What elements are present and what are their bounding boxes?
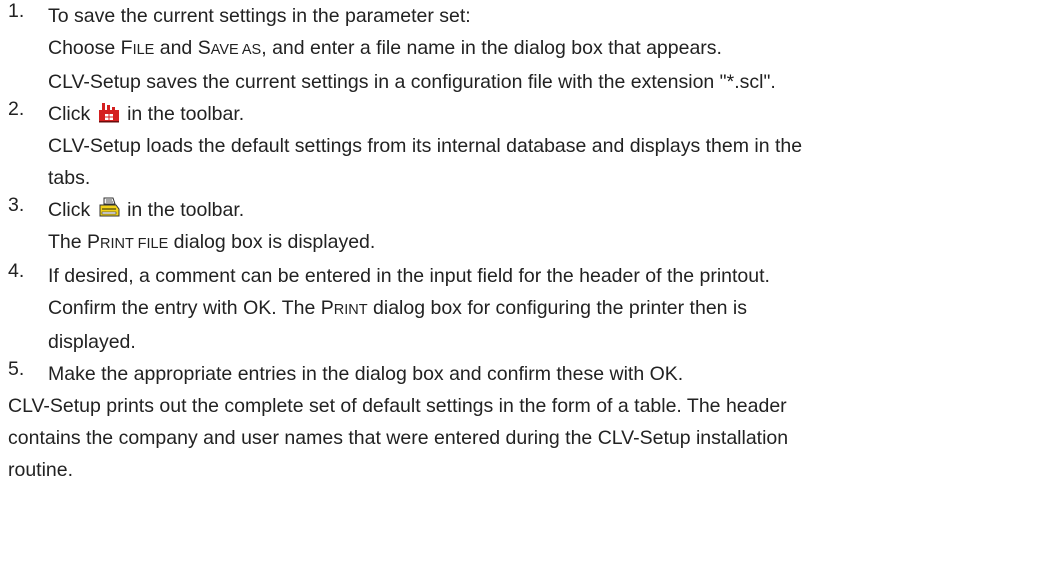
step-3-line-2: The PRINT FILE dialog box is displayed.	[48, 226, 1037, 260]
step-number: 4.	[8, 260, 25, 282]
step-4-line-1: If desired, a comment can be entered in …	[48, 265, 770, 287]
step-2: 2. Click in the toolbar. CLV-Setup loads…	[0, 98, 1037, 194]
closing-line-3: routine.	[8, 459, 74, 481]
step-4-line-2-pre: Confirm the entry with OK. The	[48, 297, 321, 319]
step-2-line-2: CLV-Setup loads the default settings fro…	[48, 135, 803, 157]
step-2-line-3: tabs.	[48, 167, 91, 189]
step-1-line-1: To save the current settings in the para…	[48, 5, 471, 27]
printer-icon	[98, 197, 120, 219]
step-3-line-1: Click in the toolbar.	[48, 194, 1037, 226]
dialog-print-file-initial: P	[87, 231, 101, 253]
step-4-line-2: Confirm the entry with OK. The PRINT dia…	[48, 292, 1037, 326]
step-1-line-3: CLV-Setup saves the current settings in …	[48, 71, 776, 93]
factory-default-icon	[98, 101, 120, 123]
menu-file-initial: F	[120, 37, 133, 59]
closing-line-1: CLV-Setup prints out the complete set of…	[8, 395, 787, 417]
step-4: 4. If desired, a comment can be entered …	[0, 260, 1037, 358]
step-1-line-2: Choose FILE and SAVE AS, and enter a fil…	[48, 32, 1037, 66]
step-number: 3.	[8, 194, 25, 216]
dialog-print-initial: P	[320, 297, 334, 319]
step-3: 3. Click in the toolbar. The PRINT FILE …	[0, 194, 1037, 260]
step-1-line-2-post: , and enter a file name in the dialog bo…	[261, 37, 722, 59]
step-3-click-pre: Click	[48, 199, 96, 221]
closing-paragraph: CLV-Setup prints out the complete set of…	[0, 390, 1037, 486]
step-4-line-3: displayed.	[48, 331, 136, 353]
step-5-line-1: Make the appropriate entries in the dial…	[48, 363, 684, 385]
step-1: 1. To save the current settings in the p…	[0, 0, 1037, 98]
step-2-click-pre: Click	[48, 103, 96, 125]
menu-save-as-rest: AVE AS	[210, 42, 262, 58]
step-4-line-2-post: dialog box for configuring the printer t…	[367, 297, 748, 319]
closing-line-2: contains the company and user names that…	[8, 427, 789, 449]
step-3-line-2-pre: The	[48, 231, 88, 253]
step-3-line-2-post: dialog box is displayed.	[168, 231, 376, 253]
document-page: 1. To save the current settings in the p…	[0, 0, 1037, 563]
step-1-line-2-and: and	[154, 37, 198, 59]
menu-save-as-initial: S	[197, 37, 211, 59]
dialog-print-file-rest: RINT FILE	[100, 236, 169, 252]
step-5: 5. Make the appropriate entries in the d…	[0, 358, 1037, 390]
step-3-click-post: in the toolbar.	[121, 199, 245, 221]
step-number: 5.	[8, 358, 25, 380]
menu-file-rest: ILE	[132, 42, 155, 58]
step-list: 1. To save the current settings in the p…	[0, 0, 1037, 390]
step-2-line-1: Click in the toolbar.	[48, 98, 1037, 130]
step-number: 2.	[8, 98, 25, 120]
dialog-print-rest: RINT	[333, 302, 368, 318]
step-1-line-2-pre: Choose	[48, 37, 121, 59]
step-2-click-post: in the toolbar.	[121, 103, 245, 125]
step-number: 1.	[8, 0, 25, 22]
